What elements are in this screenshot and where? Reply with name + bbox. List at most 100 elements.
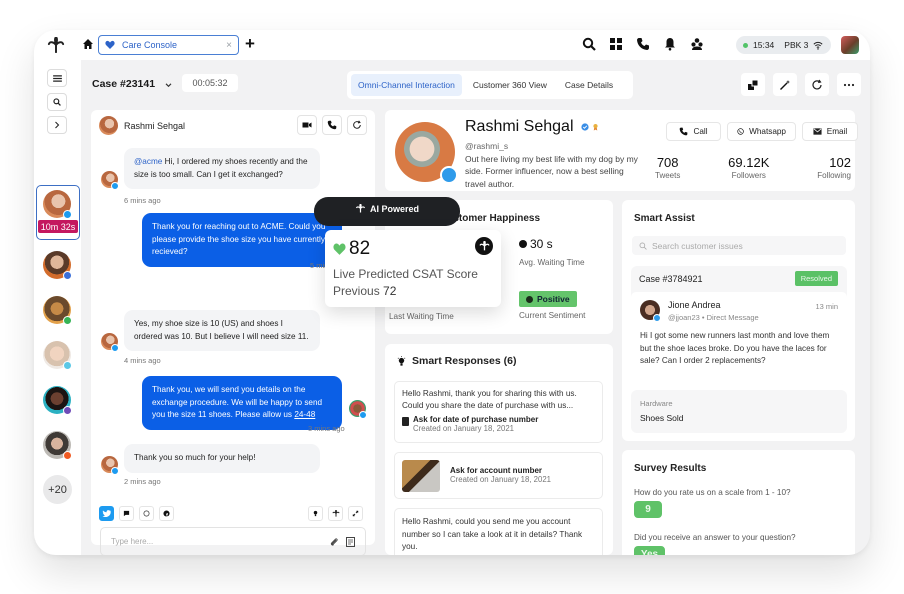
chat-refresh-button[interactable]	[347, 115, 367, 135]
smiley-icon	[526, 295, 533, 303]
facebook-icon	[163, 510, 170, 517]
ai-powered-label: AI Powered	[369, 204, 419, 214]
status-time: 15:34	[753, 40, 775, 50]
attachment-icon[interactable]	[330, 537, 338, 547]
conversation-rail: 10m 32s +20	[34, 60, 81, 555]
case-title: Case #23141	[92, 78, 156, 90]
phone-icon[interactable]	[636, 37, 650, 51]
more-conversations-count[interactable]: +20	[43, 475, 72, 504]
composer-tools	[308, 506, 363, 521]
search-icon[interactable]	[582, 37, 596, 51]
customer-bio: Out here living my best life with my dog…	[465, 154, 638, 189]
stat-tweets: 708 Tweets	[655, 155, 680, 180]
smart-response-item[interactable]: Hello Rashmi, could you send me you acco…	[394, 508, 603, 555]
message-text: Thank you for reaching out to ACME. Coul…	[152, 222, 326, 256]
template-icon[interactable]	[346, 536, 355, 547]
stat-followers: 69.12K Followers	[728, 155, 769, 180]
expand-rail-button[interactable]	[47, 116, 67, 134]
smart-responses-title: Smart Responses (6)	[397, 355, 516, 367]
smart-response-title: Ask for account number	[450, 466, 543, 475]
rail-search-button[interactable]	[47, 93, 67, 111]
smart-response-item[interactable]: Ask for account number Created on Januar…	[394, 452, 603, 499]
app-window: Care Console × + 15:34 PBK 3 10m 32s +20…	[34, 30, 870, 555]
ai-assist-button[interactable]	[328, 506, 343, 521]
call-button-label: Call	[693, 127, 708, 136]
status-station: PBK 3	[784, 40, 809, 50]
survey-results-card: Survey Results How do you rate us on a s…	[622, 450, 855, 555]
chat-header: Rashmi Sehgal	[99, 116, 185, 135]
call-button[interactable]: Call	[666, 122, 721, 141]
stat-following: 102 Following	[817, 155, 851, 180]
phone-icon	[327, 120, 337, 130]
channel-whatsapp-button[interactable]	[139, 506, 154, 521]
tab-care-console[interactable]: Care Console ×	[98, 35, 239, 55]
clock-icon	[519, 240, 527, 248]
menu-button[interactable]	[47, 69, 67, 87]
related-case[interactable]: Case #3784921 Resolved Jione Andrea @jjo…	[631, 266, 847, 385]
refresh-icon	[353, 120, 361, 129]
team-icon[interactable]	[690, 37, 704, 51]
suggestion-button[interactable]	[308, 506, 323, 521]
survey-title: Survey Results	[634, 463, 707, 474]
whatsapp-button[interactable]: Whatsapp	[727, 122, 796, 141]
message-timestamp: 2 mins ago	[124, 477, 161, 486]
merge-button[interactable]	[741, 73, 765, 96]
contact-avatar	[99, 116, 118, 135]
smart-responses-card: Smart Responses (6) Hello Rashmi, thank …	[385, 344, 613, 555]
message-input[interactable]: Type here...	[100, 527, 366, 555]
search-placeholder: Search customer issues	[652, 240, 743, 251]
magic-wand-button[interactable]	[773, 73, 797, 96]
sender-name: Jione Andrea	[668, 300, 721, 310]
chat-panel: Rashmi Sehgal @acme Hi, I ordered my sho…	[91, 110, 375, 555]
voice-call-button[interactable]	[322, 115, 342, 135]
avg-waiting-time: 30 s	[530, 237, 553, 251]
facebook-icon	[63, 271, 72, 280]
smart-response-item[interactable]: Hello Rashmi, thank you for sharing this…	[394, 381, 603, 443]
twitter-icon	[102, 510, 111, 517]
customer-profile-card: Rashmi Sehgal @rashmi_s Out here living …	[385, 110, 858, 191]
case-actions	[741, 73, 861, 96]
notification-bell-icon[interactable]	[663, 37, 677, 51]
message-outgoing: Thank you, we will send you details on t…	[142, 376, 342, 430]
viber-icon	[63, 406, 72, 415]
stat-value: 69.12K	[728, 155, 770, 170]
chat-bubble-icon	[123, 510, 130, 517]
apps-grid-icon[interactable]	[609, 37, 623, 51]
sprinklr-logo-icon	[355, 204, 366, 213]
video-call-button[interactable]	[297, 115, 317, 135]
agent-status-pill[interactable]: 15:34 PBK 3	[736, 36, 831, 54]
user-avatar[interactable]	[841, 36, 859, 54]
home-icon[interactable]	[82, 38, 94, 50]
twitter-icon	[359, 411, 367, 419]
mention-link[interactable]: @acme	[134, 157, 162, 166]
new-tab-button[interactable]: +	[245, 34, 255, 54]
twitter-icon	[111, 344, 119, 352]
message-timestamp: 6 mins ago	[124, 196, 161, 205]
chevron-down-icon[interactable]	[165, 83, 172, 88]
refresh-button[interactable]	[805, 73, 829, 96]
tab-case-details[interactable]: Case Details	[558, 74, 620, 96]
expand-composer-button[interactable]	[348, 506, 363, 521]
csat-score-value: 82	[349, 238, 371, 259]
online-status-icon	[743, 42, 748, 48]
csat-label: Live Predicted CSAT Score	[333, 267, 478, 281]
global-toolbar	[582, 37, 704, 51]
channel-sms-button[interactable]	[119, 506, 134, 521]
smart-assist-card: Smart Assist Search customer issues Case…	[622, 200, 855, 441]
more-options-button[interactable]	[837, 73, 861, 96]
smart-response-meta: Ask for account number Created on Januar…	[450, 466, 551, 484]
tab-close-icon[interactable]: ×	[226, 40, 232, 51]
tab-customer-360[interactable]: Customer 360 View	[466, 74, 554, 96]
tab-omni-channel[interactable]: Omni-Channel Interaction	[351, 74, 462, 96]
survey-answer: 9	[634, 501, 662, 518]
channel-twitter-button[interactable]	[99, 506, 114, 521]
messenger-icon	[63, 361, 72, 370]
whatsapp-icon	[737, 128, 744, 135]
email-button[interactable]: Email	[802, 122, 858, 141]
channel-facebook-button[interactable]	[159, 506, 174, 521]
twitter-icon	[440, 166, 458, 184]
message-link[interactable]: 24-48	[294, 410, 315, 419]
sprinklr-logo-icon[interactable]	[47, 37, 65, 53]
search-customer-issues-input[interactable]: Search customer issues	[632, 236, 846, 255]
related-case-id: Case #3784921	[639, 274, 703, 284]
